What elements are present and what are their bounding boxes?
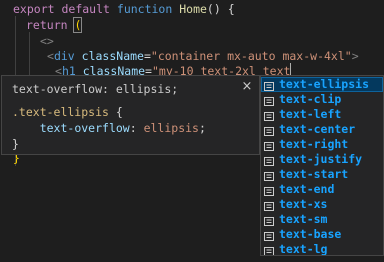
- doc-header: text-overflow: ellipsis;: [12, 82, 179, 96]
- suggestion-details-panel: text-overflow: ellipsis; × .text-ellipsi…: [1, 75, 260, 155]
- suggestion-label: text-justify: [279, 152, 363, 166]
- suggestion-label: text-base: [279, 227, 342, 241]
- fragment-open: <>: [40, 34, 54, 48]
- suggestion-list[interactable]: text-ellipsis text-clip text-left text-cent…: [260, 75, 384, 256]
- suggestion-label: text-sm: [279, 212, 328, 226]
- constant-icon: [264, 155, 274, 166]
- constant-icon: [264, 245, 274, 255]
- tag-close-bracket: >: [351, 49, 359, 63]
- suggestion-item[interactable]: text-base: [261, 227, 383, 242]
- suggestion-item[interactable]: text-lg: [261, 242, 383, 256]
- constant-icon: [264, 95, 274, 106]
- suggestion-item[interactable]: text-left: [261, 107, 383, 122]
- code-editor[interactable]: export default function Home() { return …: [0, 0, 384, 262]
- suggestion-item[interactable]: text-xs: [261, 197, 383, 212]
- suggestion-label: text-start: [279, 167, 349, 181]
- suggestion-label: text-clip: [279, 92, 342, 106]
- suggestion-label: text-xs: [279, 197, 328, 211]
- css-close-brace: }: [12, 137, 19, 151]
- constant-icon: [264, 200, 274, 211]
- function-signature-rest: () {: [206, 2, 235, 16]
- constant-icon: [264, 215, 274, 226]
- constant-icon: [264, 80, 274, 91]
- suggestion-label: text-left: [279, 107, 342, 121]
- constant-icon: [264, 230, 274, 241]
- suggestion-item[interactable]: text-justify: [261, 152, 383, 167]
- suggestion-label: text-right: [279, 137, 349, 151]
- suggestion-item[interactable]: text-right: [261, 137, 383, 152]
- equals-sign: =: [143, 49, 151, 63]
- suggestion-item[interactable]: text-center: [261, 122, 383, 137]
- css-semicolon: ;: [198, 121, 206, 135]
- constant-icon: [264, 185, 274, 196]
- css-value: ellipsis: [143, 121, 199, 135]
- close-icon[interactable]: ×: [240, 79, 254, 95]
- attribute-classname: className: [81, 49, 144, 63]
- suggestion-item[interactable]: text-end: [261, 182, 383, 197]
- function-name: Home: [179, 2, 207, 16]
- css-open-brace: {: [108, 105, 123, 119]
- string-classes: "container mx-auto max-w-4xl": [150, 49, 352, 63]
- code-line-1: export default function Home() {: [13, 1, 235, 17]
- css-colon: :: [129, 121, 144, 135]
- tag-name-div: div: [53, 49, 75, 63]
- constant-icon: [264, 110, 274, 121]
- css-selector: .text-ellipsis: [12, 105, 109, 119]
- suggestion-item[interactable]: text-clip: [261, 92, 383, 107]
- keyword-return: return: [26, 18, 68, 32]
- code-line-3: <>: [40, 33, 54, 49]
- keyword-default: default: [61, 2, 110, 16]
- suggestion-item[interactable]: text-start: [261, 167, 383, 182]
- suggestion-item[interactable]: text-ellipsis: [261, 77, 383, 92]
- suggestion-label: text-center: [279, 122, 356, 136]
- suggestion-item[interactable]: text-sm: [261, 212, 383, 227]
- keyword-export: export: [13, 2, 55, 16]
- suggestion-label: text-end: [279, 182, 335, 196]
- suggestion-label: text-lg: [279, 242, 328, 256]
- doc-css-snippet: .text-ellipsis { text-overflow: ellipsis…: [12, 104, 206, 152]
- constant-icon: [264, 125, 274, 136]
- tag-open-bracket: <: [47, 49, 54, 63]
- keyword-function: function: [116, 2, 173, 16]
- code-line-4: <div className="container mx-auto max-w-…: [47, 48, 359, 64]
- open-paren: (: [73, 17, 83, 33]
- suggestion-label: text-ellipsis: [279, 77, 370, 91]
- code-line-2: return (: [26, 17, 83, 33]
- css-property: text-overflow: [39, 121, 130, 135]
- constant-icon: [264, 170, 274, 181]
- constant-icon: [264, 140, 274, 151]
